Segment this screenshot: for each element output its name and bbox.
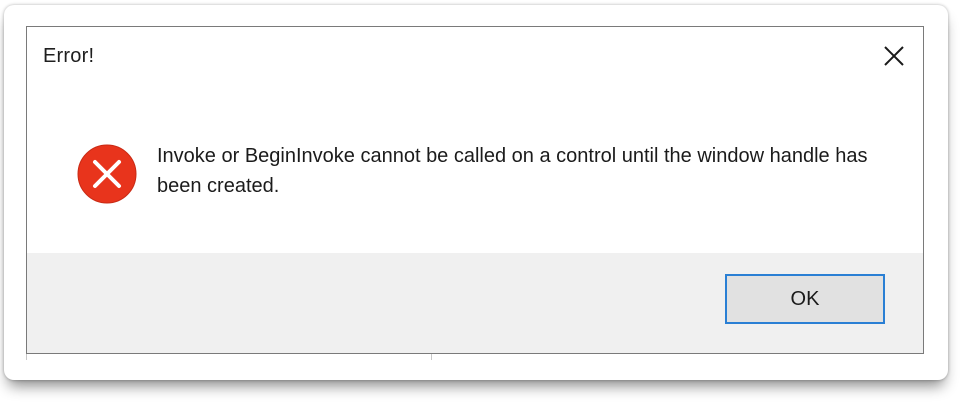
dialog-title: Error! — [43, 45, 95, 67]
error-dialog: Error! Invoke or BeginInvoke cannot be c… — [26, 26, 924, 354]
dialog-footer: OK — [27, 253, 923, 353]
close-icon — [884, 46, 904, 66]
close-button[interactable] — [879, 41, 909, 71]
background-window-edge — [26, 354, 432, 360]
ok-button[interactable]: OK — [725, 274, 885, 324]
error-icon — [77, 144, 137, 204]
error-message: Invoke or BeginInvoke cannot be called o… — [157, 145, 868, 197]
